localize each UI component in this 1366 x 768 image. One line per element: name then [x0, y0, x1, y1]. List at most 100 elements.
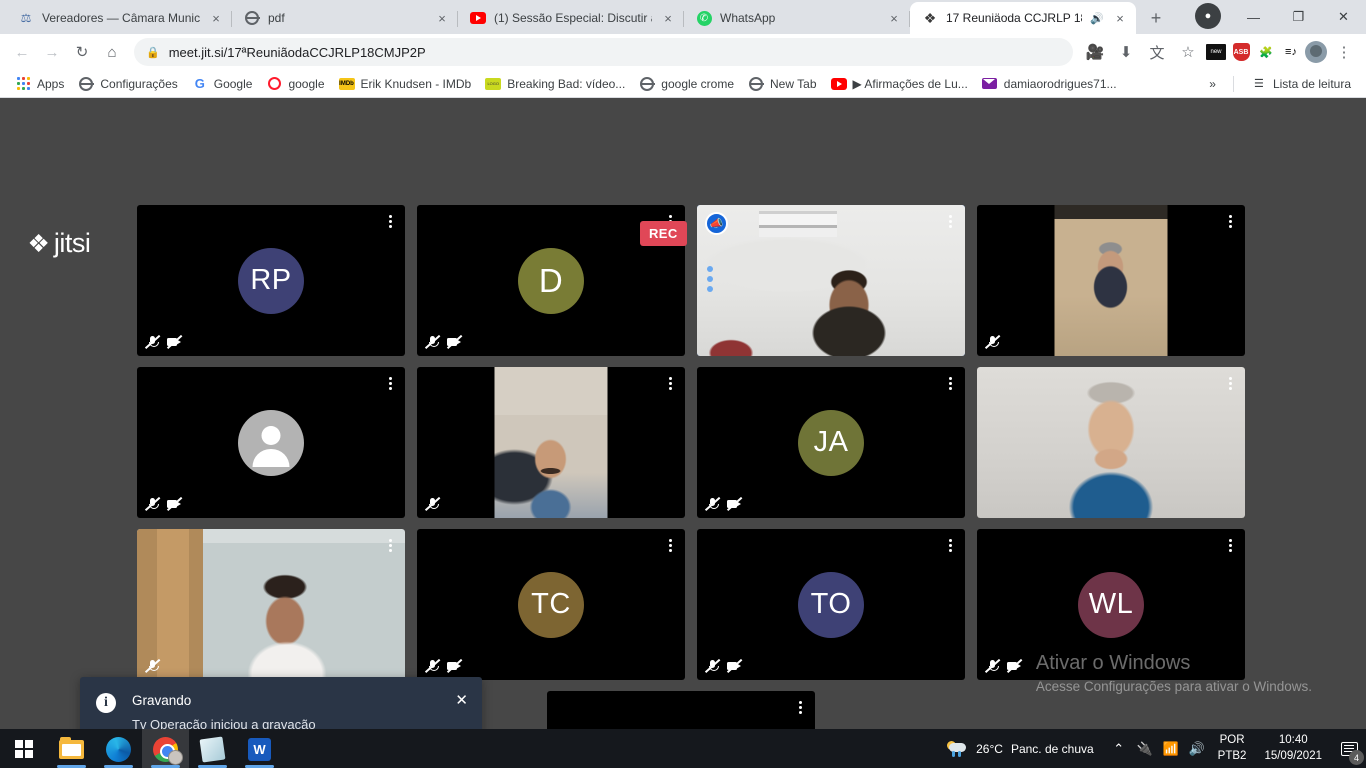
- participant-tile-p11[interactable]: TO: [697, 529, 965, 680]
- back-icon[interactable]: ←: [8, 38, 36, 66]
- maximize-button[interactable]: ❐: [1276, 1, 1321, 33]
- tile-menu-icon[interactable]: [943, 536, 957, 554]
- bookmark-configuracoes[interactable]: Configurações: [71, 73, 184, 95]
- forward-icon[interactable]: →: [38, 38, 66, 66]
- taskbar-app-edge[interactable]: [95, 729, 142, 768]
- translate-icon[interactable]: 文: [1143, 38, 1171, 66]
- install-icon[interactable]: ⬇: [1112, 38, 1140, 66]
- participant-tile-p4[interactable]: [977, 205, 1245, 356]
- language-indicator[interactable]: POR PTB2: [1210, 733, 1255, 764]
- participant-tile-p6[interactable]: [417, 367, 685, 518]
- notification-body: Gravando Tv Operação iniciou a gravação: [132, 693, 447, 729]
- tab-close-button[interactable]: ×: [1112, 10, 1128, 26]
- browser-tab-2[interactable]: (1) Sessão Especial: Discutir a ×: [458, 2, 684, 34]
- tile-menu-icon[interactable]: [663, 374, 677, 392]
- bookmark-apps[interactable]: Apps: [8, 73, 71, 95]
- playlist-extension-icon[interactable]: ≡♪: [1280, 43, 1302, 61]
- reading-list-button[interactable]: ☰ Lista de leitura: [1244, 73, 1358, 95]
- browser-tab-4[interactable]: ❖ 17 Reuniäoda CCJRLP 18 🔊 ×: [910, 2, 1136, 34]
- mic-off-icon: [984, 334, 1001, 349]
- jitsi-meeting-area: ❖ jitsi REC RP D 📣 JA TC TO WL i Gravand…: [0, 98, 1366, 729]
- address-bar[interactable]: 🔒 meet.jit.si/17ªReuniãodaCCJRLP18CMJP2P: [134, 38, 1073, 66]
- camera-icon[interactable]: 🎥: [1081, 38, 1109, 66]
- close-icon[interactable]: ✕: [455, 693, 468, 729]
- clock[interactable]: 10:40 15/09/2021: [1254, 733, 1332, 764]
- reading-list-icon: ☰: [1254, 78, 1264, 90]
- tile-menu-icon[interactable]: [943, 374, 957, 392]
- bookmark-star-icon[interactable]: ☆: [1174, 38, 1202, 66]
- tab-close-button[interactable]: ×: [434, 10, 450, 26]
- wifi-icon[interactable]: 📶: [1158, 729, 1184, 768]
- taskbar-app-word[interactable]: W: [236, 729, 283, 768]
- watermark-title: Ativar o Windows: [1035, 652, 1191, 674]
- tile-status-badges: [424, 496, 441, 511]
- action-center-button[interactable]: 4: [1332, 729, 1366, 768]
- new-tab-button[interactable]: +: [1142, 4, 1170, 32]
- bookmark-new-tab[interactable]: New Tab: [741, 73, 823, 95]
- tile-menu-icon[interactable]: [383, 374, 397, 392]
- taskbar-app-file-explorer[interactable]: [48, 729, 95, 768]
- profile-chip-icon[interactable]: ●: [1195, 2, 1221, 29]
- raise-hand-icon: 📣: [705, 212, 728, 235]
- globe-icon: [78, 76, 95, 92]
- system-tray: 26°C Panc. de chuva ⌃ 🔌 📶 🔊 POR PTB2 10:…: [935, 729, 1366, 768]
- tab-close-button[interactable]: ×: [208, 10, 224, 26]
- tile-menu-icon[interactable]: [1223, 212, 1237, 230]
- jitsi-logo: ❖ jitsi: [28, 228, 91, 259]
- reload-icon[interactable]: ↻: [68, 38, 96, 66]
- participant-tile-p1[interactable]: RP: [137, 205, 405, 356]
- lock-icon: 🔒: [146, 46, 160, 59]
- browser-tab-3[interactable]: ✆ WhatsApp ×: [684, 2, 910, 34]
- browser-tab-1[interactable]: pdf ×: [232, 2, 458, 34]
- youtube-icon: [830, 76, 847, 92]
- participant-tile-p9[interactable]: [137, 529, 405, 680]
- participant-tile-p13[interactable]: W: [547, 691, 815, 729]
- tab-close-button[interactable]: ×: [886, 10, 902, 26]
- bookmark-label: ▶ Afirmações de Lu...: [852, 76, 968, 91]
- bookmarks-overflow-button[interactable]: »: [1202, 74, 1223, 94]
- start-button[interactable]: [0, 729, 48, 768]
- taskbar-app-notepad[interactable]: [189, 729, 236, 768]
- home-icon[interactable]: ⌂: [98, 38, 126, 66]
- tile-menu-icon[interactable]: [383, 536, 397, 554]
- participant-tile-p5[interactable]: [137, 367, 405, 518]
- bookmark-imdb[interactable]: IMDb Erik Knudsen - IMDb: [332, 73, 479, 95]
- avatar-initials: TC: [518, 571, 584, 638]
- tile-menu-icon[interactable]: [943, 212, 957, 230]
- taskbar-app-chrome[interactable]: [142, 729, 189, 768]
- puzzle-extensions-icon[interactable]: 🧩: [1255, 43, 1277, 61]
- bookmark-google[interactable]: G Google: [185, 73, 260, 95]
- participant-tile-p7[interactable]: JA: [697, 367, 965, 518]
- browser-tab-0[interactable]: ⚖ Vereadores — Câmara Munic ×: [6, 2, 232, 34]
- avatar[interactable]: [1305, 41, 1327, 63]
- logo-icon: LOGO: [485, 76, 502, 92]
- tile-menu-icon[interactable]: [793, 698, 807, 716]
- adblock-extension-icon[interactable]: ASB: [1230, 43, 1252, 61]
- bookmark-breaking-bad[interactable]: LOGO Breaking Bad: vídeo...: [478, 73, 632, 95]
- show-hidden-icons-chevron-icon[interactable]: ⌃: [1106, 729, 1132, 768]
- divider: [1232, 75, 1234, 92]
- participant-tile-p3[interactable]: 📣: [697, 205, 965, 356]
- tile-menu-icon[interactable]: [383, 212, 397, 230]
- camera-off-icon: [446, 334, 463, 349]
- tile-menu-icon[interactable]: [1223, 374, 1237, 392]
- bookmark-google-lower[interactable]: google: [259, 73, 331, 95]
- chrome-menu-icon[interactable]: ⋮: [1330, 38, 1358, 66]
- participant-tile-p8[interactable]: [977, 367, 1245, 518]
- participant-tile-p10[interactable]: TC: [417, 529, 685, 680]
- tab-audio-playing-icon[interactable]: 🔊: [1090, 12, 1104, 25]
- minimize-button[interactable]: —: [1231, 1, 1276, 33]
- volume-icon[interactable]: 🔊: [1184, 729, 1210, 768]
- tile-menu-icon[interactable]: [663, 536, 677, 554]
- bookmark-afirmacoes[interactable]: ▶ Afirmações de Lu...: [824, 73, 975, 95]
- tile-menu-icon[interactable]: [1223, 536, 1237, 554]
- tab-close-button[interactable]: ×: [660, 10, 676, 26]
- close-window-button[interactable]: ✕: [1321, 1, 1366, 33]
- video-feed: [977, 367, 1245, 518]
- newsguard-extension-icon[interactable]: new: [1205, 43, 1227, 61]
- toolbar-icon-group: 🎥 ⬇ 文 ☆ new ASB 🧩 ≡♪ ⋮: [1081, 38, 1358, 66]
- weather-widget[interactable]: 26°C Panc. de chuva: [935, 740, 1106, 758]
- bookmark-google-crome[interactable]: google crome: [632, 73, 741, 95]
- bookmark-damiaorodrigues[interactable]: damiaorodrigues71...: [975, 73, 1124, 95]
- usb-icon[interactable]: 🔌: [1132, 729, 1158, 768]
